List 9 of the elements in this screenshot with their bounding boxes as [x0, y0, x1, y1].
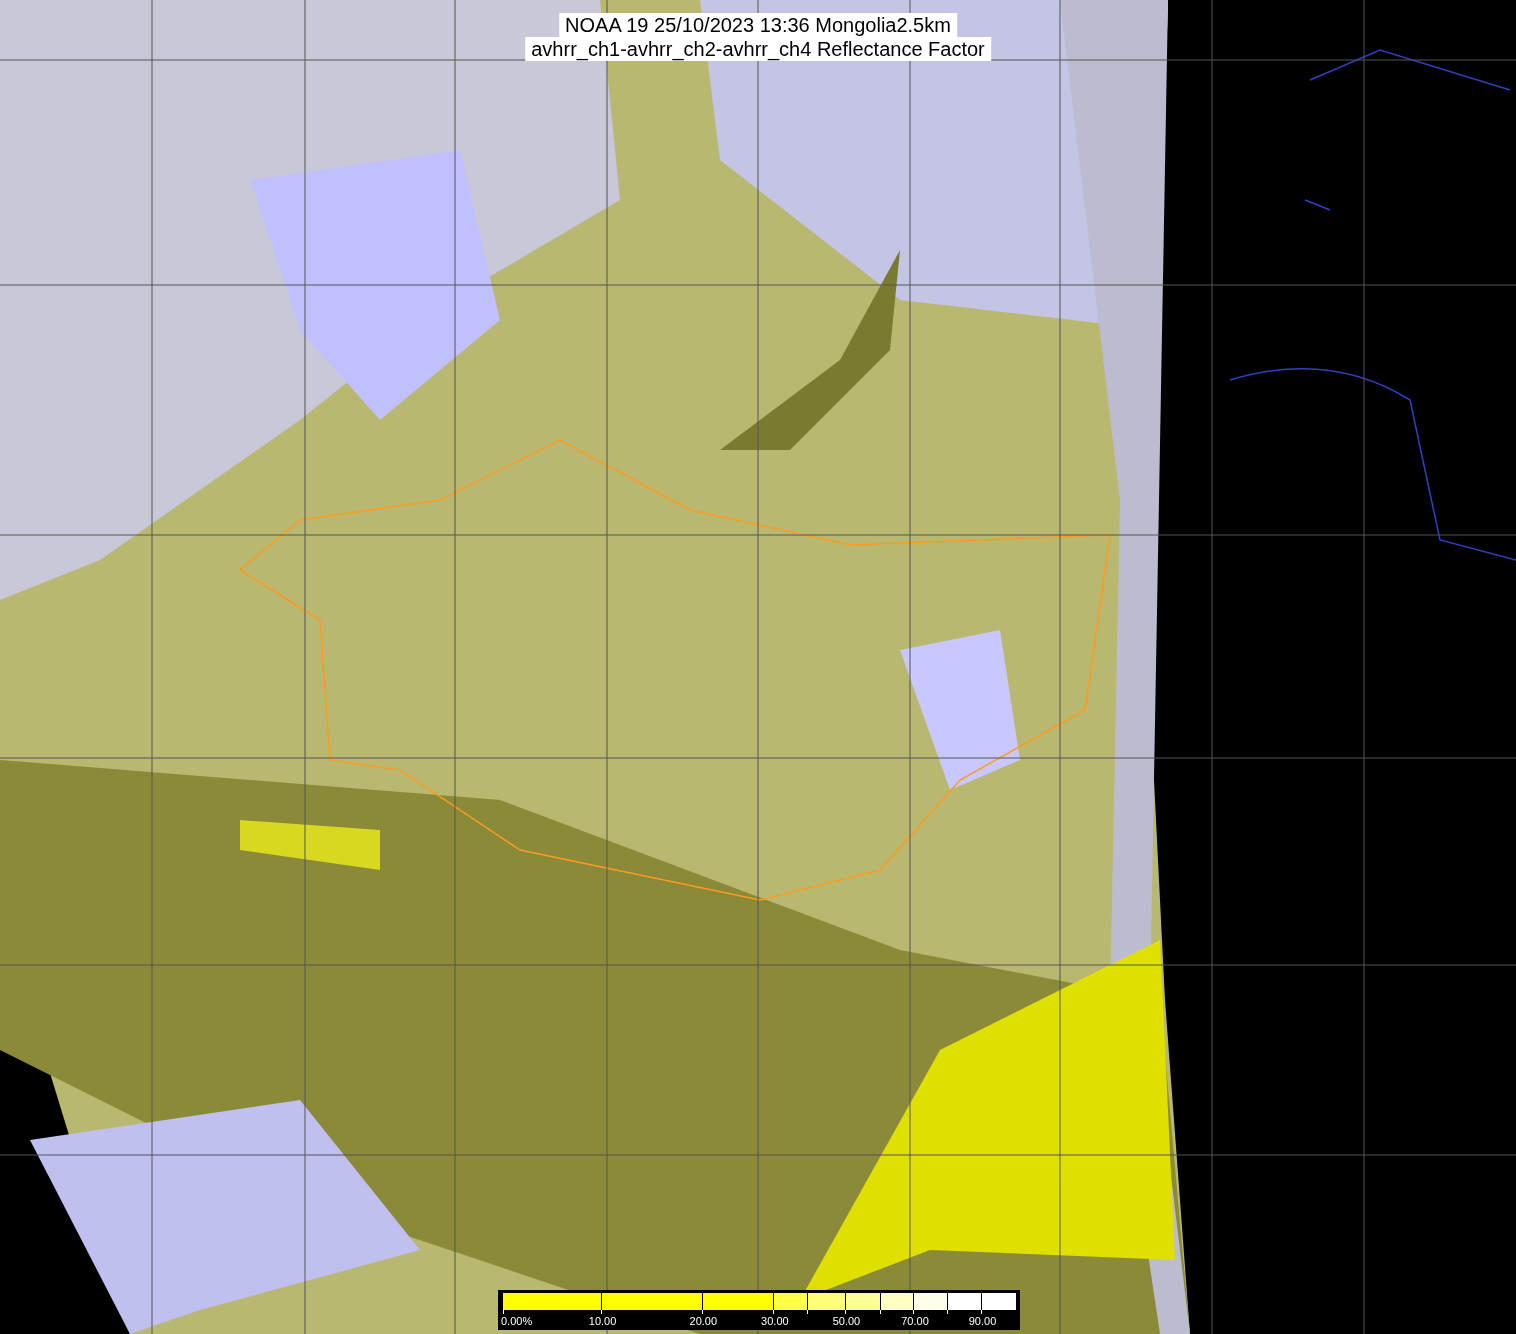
- colorbar-label: 0.00%: [501, 1315, 533, 1327]
- colorbar-label: 30.00: [761, 1315, 789, 1327]
- colorbar-label: 10.00: [588, 1315, 617, 1327]
- colorbar-label: 70.00: [901, 1315, 929, 1327]
- colorbar-label: 50.00: [832, 1315, 861, 1327]
- image-title: avhrr_ch1-avhrr_ch2-avhrr_ch4 Reflectance Factor: [525, 37, 991, 61]
- colorbar-label: 90.00: [968, 1315, 997, 1327]
- image-title: NOAA 19 25/10/2023 13:36 Mongolia2.5km: [559, 13, 957, 37]
- colorbar-label: 20.00: [689, 1315, 718, 1327]
